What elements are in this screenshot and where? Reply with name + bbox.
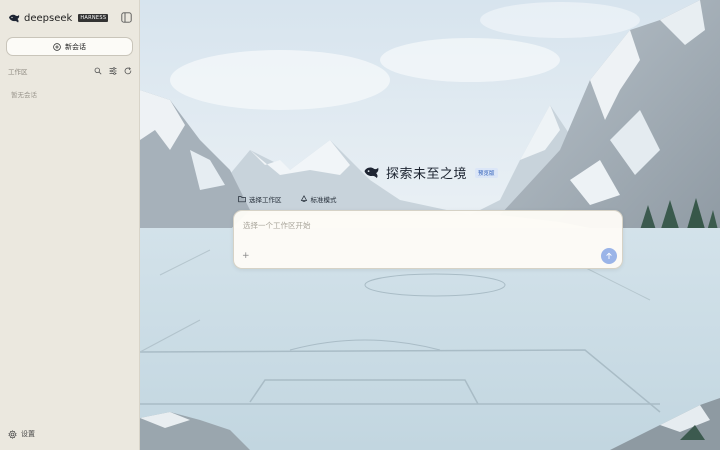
mode-label: 标准模式 [310, 196, 337, 204]
new-chat-label: 新会话 [65, 42, 86, 51]
recycle-icon [300, 195, 307, 202]
composer-controls: 选择工作区 标准模式 [238, 194, 337, 204]
filter-icon[interactable] [109, 67, 117, 75]
select-workspace-label: 选择工作区 [249, 196, 282, 204]
send-button[interactable] [601, 248, 617, 264]
sidebar-toggle-icon[interactable] [121, 12, 132, 23]
select-workspace-button[interactable]: 选择工作区 [238, 194, 282, 204]
new-chat-button[interactable]: 新会话 [6, 37, 133, 56]
composer[interactable]: 选择一个工作区开始 + [233, 210, 623, 269]
workspace-actions [94, 67, 132, 75]
hero-heading: 探索未至之境 预览版 [363, 163, 498, 182]
main-area: 探索未至之境 预览版 选择工作区 标准模式 选择一个工作区开始 + [140, 0, 720, 450]
mode-selector[interactable]: 标准模式 [300, 194, 337, 204]
composer-input[interactable]: 选择一个工作区开始 [243, 220, 311, 231]
workspace-title: 工作区 [8, 68, 28, 76]
brand-name: deepseek [24, 12, 73, 24]
whale-logo-icon [364, 167, 379, 178]
workspace-empty-text: 暂无会话 [11, 91, 37, 99]
refresh-icon[interactable] [124, 67, 132, 75]
hero-title: 探索未至之境 [386, 167, 468, 182]
folder-icon [238, 196, 246, 203]
whale-logo-icon [9, 14, 20, 22]
workspace-header: 工作区 [8, 65, 132, 77]
settings-button[interactable]: 设置 [8, 429, 35, 439]
gear-icon [8, 429, 17, 439]
arrow-up-icon [606, 252, 612, 259]
brand-badge: HARNESS [78, 14, 109, 22]
search-icon[interactable] [94, 67, 102, 75]
preview-badge: 预览版 [475, 167, 498, 178]
plus-circle-icon [53, 42, 61, 51]
sidebar: deepseek HARNESS 新会话 工作区 暂无会话 设置 [0, 0, 140, 450]
add-attachment-button[interactable]: + [242, 252, 250, 261]
brand: deepseek HARNESS [8, 11, 109, 25]
settings-label: 设置 [21, 430, 35, 438]
